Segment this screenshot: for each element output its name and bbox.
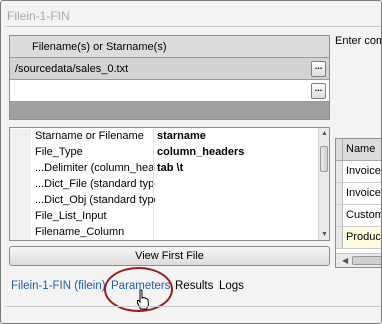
row-gutter — [10, 225, 31, 240]
tab-filein[interactable]: Filein-1-FIN (filein) — [11, 280, 106, 292]
row-gutter — [10, 177, 31, 193]
column-separator — [153, 193, 154, 209]
column-separator — [153, 225, 154, 240]
field-cell[interactable]: Product — [343, 227, 381, 249]
field-cell[interactable]: Invoice N — [343, 161, 381, 183]
enter-comment-text: Enter com — [335, 35, 382, 47]
grid-corner — [336, 139, 343, 161]
column-separator — [153, 177, 154, 193]
filenames-header: Filename(s) or Starname(s) — [10, 36, 329, 58]
field-grid-hscrollbar[interactable]: ◀ — [336, 253, 381, 267]
field-cell[interactable]: Invoice F — [343, 183, 381, 205]
property-name: ...Dict_Obj (standard type — [35, 194, 155, 206]
browse-button[interactable]: ... — [311, 83, 326, 99]
property-row[interactable]: File_List_Input — [10, 209, 320, 225]
name-column-header[interactable]: Name — [343, 139, 381, 161]
property-row[interactable]: Filename_Column — [10, 225, 320, 240]
property-name: ...Dict_File (standard type — [35, 178, 155, 190]
row-gutter — [10, 145, 31, 161]
view-first-file-button[interactable]: View First File — [9, 246, 330, 266]
filenames-grid: Filename(s) or Starname(s) /sourcedata/s… — [9, 35, 330, 120]
scroll-left-icon[interactable]: ◀ — [342, 256, 348, 265]
property-name: Filename_Column — [35, 226, 125, 238]
property-row[interactable]: ...Dict_Obj (standard type — [10, 193, 320, 209]
property-value[interactable]: column_headers — [157, 146, 244, 158]
row-header[interactable] — [336, 227, 343, 249]
field-cell[interactable]: Custome — [343, 205, 381, 227]
scroll-thumb[interactable] — [352, 256, 381, 265]
property-value[interactable]: starname — [157, 130, 206, 142]
filename-row[interactable]: /sourcedata/sales_0.txt ... — [10, 58, 329, 80]
field-grid: Name Invoice N Invoice F Custome Product… — [335, 138, 381, 268]
property-row[interactable]: File_Type column_headers — [10, 145, 320, 161]
scroll-down-icon[interactable]: ▼ — [321, 231, 328, 238]
column-separator — [153, 209, 154, 225]
hand-cursor-icon — [137, 289, 150, 310]
bottom-divider — [5, 306, 381, 307]
property-scrollbar[interactable]: ▲ ▼ — [318, 128, 329, 240]
property-row[interactable]: ...Dict_File (standard type — [10, 177, 320, 193]
scroll-up-icon[interactable]: ▲ — [321, 130, 328, 137]
row-gutter — [10, 209, 31, 225]
property-name: Starname or Filename — [35, 130, 144, 142]
filename-row[interactable]: ... — [10, 80, 329, 102]
row-header[interactable] — [336, 205, 343, 227]
property-name: File_Type — [35, 146, 83, 158]
property-name: File_List_Input — [35, 210, 107, 222]
row-gutter — [10, 161, 31, 177]
panel-title: Filein-1-FIN — [7, 9, 70, 23]
title-divider — [5, 26, 381, 27]
scroll-thumb[interactable] — [320, 146, 328, 172]
property-row[interactable]: ...Delimiter (column_heac tab \t — [10, 161, 320, 177]
property-grid: Starname or Filename starname File_Type … — [9, 127, 330, 241]
row-header[interactable] — [336, 161, 343, 183]
column-separator — [153, 129, 154, 145]
property-row[interactable]: Starname or Filename starname — [10, 129, 320, 145]
row-gutter — [10, 129, 31, 145]
filename-value[interactable]: /sourcedata/sales_0.txt — [15, 58, 128, 80]
tab-logs[interactable]: Logs — [219, 280, 244, 292]
row-gutter — [10, 193, 31, 209]
column-separator — [153, 161, 154, 177]
tab-results[interactable]: Results — [175, 280, 213, 292]
filein-panel: Filein-1-FIN Enter com Filename(s) or St… — [0, 0, 382, 324]
property-value[interactable]: tab \t — [157, 162, 183, 174]
row-header[interactable] — [336, 183, 343, 205]
property-name: ...Delimiter (column_heac — [35, 162, 155, 174]
browse-button[interactable]: ... — [311, 61, 326, 77]
column-separator — [153, 145, 154, 161]
